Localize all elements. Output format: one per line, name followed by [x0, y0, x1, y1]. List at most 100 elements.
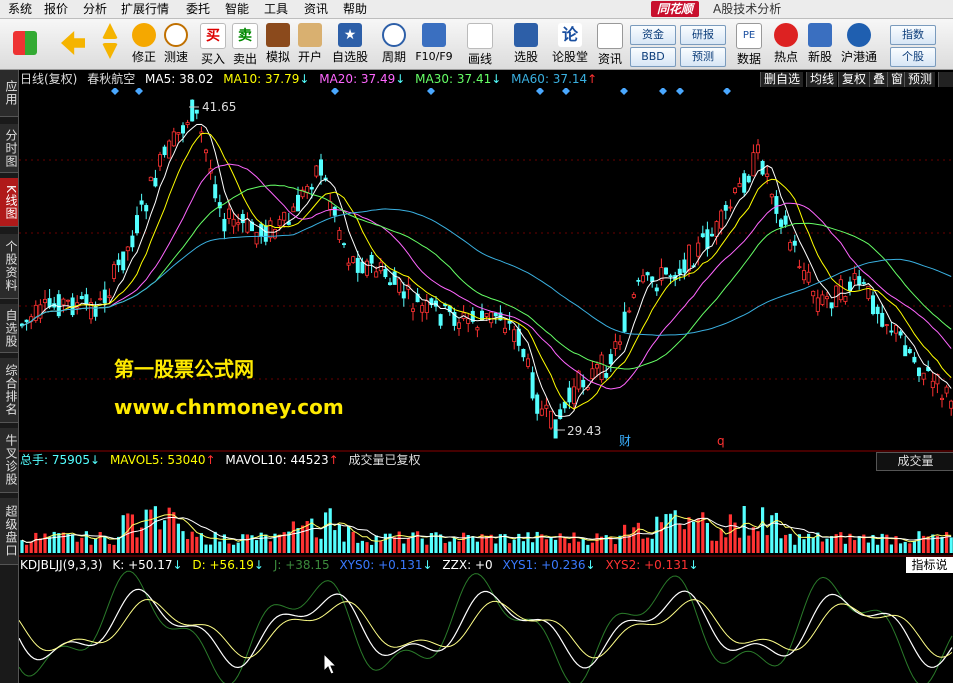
volume-bar: [181, 531, 185, 553]
forum-button[interactable]: 论 论股堂: [552, 21, 588, 67]
back-button[interactable]: [58, 21, 88, 67]
menu-bar: 系统 报价 分析 扩展行情 委托 智能 工具 资讯 帮助 同花顺 A股技术分析: [0, 0, 953, 19]
candle-body: [107, 295, 112, 299]
bbd-button[interactable]: BBD: [630, 47, 676, 67]
volume-bar: [512, 539, 516, 553]
menu-trade[interactable]: 委托: [186, 1, 210, 17]
simulate-button[interactable]: 模拟: [262, 21, 294, 67]
f10-button[interactable]: F10/F9: [414, 21, 454, 67]
speed-test-button[interactable]: 测速: [160, 21, 192, 67]
menu-tools[interactable]: 工具: [264, 1, 288, 17]
remove-watchlist-button[interactable]: 删自选: [760, 72, 804, 87]
open-account-button[interactable]: 开户: [294, 21, 326, 67]
menu-extended[interactable]: 扩展行情: [121, 1, 169, 17]
tab-diagnosis[interactable]: 牛叉诊股: [0, 428, 18, 493]
menu-help[interactable]: 帮助: [343, 1, 367, 17]
candle-body: [291, 206, 296, 213]
volume-bar: [29, 541, 33, 553]
period-button[interactable]: 周期: [378, 21, 410, 67]
tab-apps[interactable]: 应用: [0, 70, 18, 117]
candle-body: [641, 275, 646, 283]
windows-button[interactable]: [10, 21, 40, 67]
kline-chart[interactable]: 41.65 29.43 财 q: [19, 88, 953, 683]
candle-body: [700, 233, 705, 238]
volume-bar: [471, 536, 475, 553]
volume-bar: [765, 535, 769, 553]
tab-stock-profile[interactable]: 个股资料: [0, 234, 18, 299]
stock-button[interactable]: 个股: [890, 47, 936, 67]
volume-bar: [494, 543, 498, 553]
news-button[interactable]: 资讯: [594, 21, 626, 67]
tab-super-quote[interactable]: 超级盘口: [0, 498, 18, 565]
volume-bar: [351, 531, 355, 553]
volume-bar: [807, 533, 811, 553]
data-button[interactable]: PE 数据: [733, 21, 765, 67]
volume-bar: [609, 536, 613, 553]
volume-bar: [728, 514, 732, 553]
volume-indicator-button[interactable]: 成交量: [876, 452, 953, 471]
volume-bar: [526, 532, 530, 553]
volume-bar: [655, 516, 659, 553]
volume-bar: [356, 542, 360, 553]
candle-body: [222, 218, 227, 232]
volume-bar: [761, 507, 765, 553]
down-arrow-icon: ↓: [395, 72, 406, 86]
q-event-mark[interactable]: q: [717, 434, 725, 448]
up-down-button[interactable]: [98, 21, 122, 67]
buy-button[interactable]: 买 买入: [197, 21, 229, 67]
menu-quote[interactable]: 报价: [44, 1, 68, 17]
draw-line-button[interactable]: 画线: [464, 21, 496, 67]
volume-bar: [130, 514, 134, 553]
volume-bar: [774, 512, 778, 553]
forecast-button[interactable]: 预测: [680, 47, 726, 67]
index-button[interactable]: 指数: [890, 25, 936, 45]
down-arrow-icon: ↓: [688, 558, 699, 572]
hot-button[interactable]: 热点: [770, 21, 802, 67]
research-button[interactable]: 研报: [680, 25, 726, 45]
volume-bar: [531, 542, 535, 553]
tab-ranking[interactable]: 综合排名: [0, 358, 18, 423]
tab-kline[interactable]: K线图: [0, 178, 18, 227]
f10-icon: [422, 23, 446, 47]
down-arrow-icon: [102, 43, 118, 59]
draw-line-label: 画线: [467, 52, 492, 66]
hk-connect-button[interactable]: 沪港通: [840, 21, 878, 67]
screener-button[interactable]: 选股: [510, 21, 542, 67]
indicator-help-button[interactable]: 指标说明: [906, 557, 953, 588]
tab-watchlist[interactable]: 自选股: [0, 304, 18, 353]
candle-body: [346, 262, 351, 266]
menu-smart[interactable]: 智能: [225, 1, 249, 17]
adjust-button[interactable]: 复权: [838, 72, 870, 87]
menu-system[interactable]: 系统: [8, 1, 32, 17]
volume-bar: [940, 536, 944, 553]
finance-event-mark[interactable]: 财: [619, 434, 631, 448]
watchlist-button[interactable]: ★ 自选股: [330, 21, 370, 67]
volume-bar: [370, 544, 374, 553]
tab-intraday[interactable]: 分时图: [0, 124, 18, 173]
overlay-button[interactable]: 叠: [869, 72, 889, 87]
candle-body: [806, 271, 811, 283]
volume-bar: [195, 536, 199, 553]
volume-bar: [908, 543, 912, 553]
ipo-button[interactable]: 新股: [804, 21, 836, 67]
volume-bar: [521, 541, 525, 553]
volume-bar: [554, 539, 558, 553]
sell-button[interactable]: 卖 卖出: [229, 21, 261, 67]
candle-body: [318, 159, 323, 176]
candle-body: [917, 367, 922, 377]
volume-bar: [149, 509, 153, 553]
volume-bar: [853, 540, 857, 553]
forecast-toggle-button[interactable]: 预测: [904, 72, 936, 87]
volume-bar: [135, 537, 139, 553]
menu-analysis[interactable]: 分析: [83, 1, 107, 17]
volume-bar: [738, 537, 742, 553]
candle-body: [802, 270, 807, 281]
ma30-value: MA30: 37.41: [415, 72, 492, 86]
revise-button[interactable]: 修正: [128, 21, 160, 67]
candle-body: [838, 279, 843, 301]
ma-button[interactable]: 均线: [806, 72, 838, 87]
volume-bar: [623, 524, 627, 553]
menu-info[interactable]: 资讯: [304, 1, 328, 17]
fund-button[interactable]: 资金: [630, 25, 676, 45]
scroll-bar[interactable]: [938, 72, 953, 87]
